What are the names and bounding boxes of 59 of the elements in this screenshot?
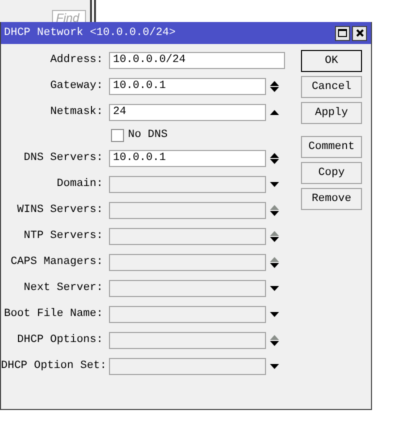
- maximize-button[interactable]: [335, 26, 350, 40]
- input-field[interactable]: [109, 254, 266, 270]
- spin-buttons[interactable]: [270, 256, 279, 268]
- down-arrow-icon: [270, 340, 279, 346]
- dialog-button[interactable]: Copy: [301, 162, 362, 184]
- up-arrow-icon: [270, 152, 279, 158]
- field-label: Address:: [49, 52, 104, 68]
- input-field[interactable]: 10.0.0.1: [109, 78, 266, 94]
- down-arrow-icon: [270, 158, 279, 164]
- up-arrow-icon: [270, 110, 279, 114]
- spin-buttons[interactable]: [270, 334, 279, 346]
- spin-buttons[interactable]: [270, 80, 279, 92]
- input-field[interactable]: [109, 202, 266, 218]
- up-arrow-icon: [270, 230, 279, 236]
- spin-buttons[interactable]: [270, 152, 279, 164]
- up-arrow-icon: [270, 80, 279, 86]
- input-field[interactable]: [109, 280, 266, 296]
- dialog-button[interactable]: Comment: [301, 136, 362, 158]
- close-button[interactable]: [352, 26, 367, 40]
- input-field[interactable]: 10.0.0.0/24: [109, 52, 285, 68]
- input-field[interactable]: [109, 358, 266, 374]
- input-field[interactable]: 10.0.0.1: [109, 150, 266, 166]
- field-label: CAPS Managers:: [10, 254, 104, 270]
- field-label: Netmask:: [49, 104, 104, 120]
- close-icon: [356, 29, 364, 37]
- field-label: Boot File Name:: [2, 306, 104, 322]
- up-arrow-icon: [270, 334, 279, 340]
- window-title: DHCP Network <10.0.0.0/24>: [4, 26, 176, 41]
- field-label: NTP Servers:: [22, 228, 104, 244]
- spin-buttons[interactable]: [270, 204, 279, 216]
- down-arrow-icon: [270, 86, 279, 92]
- input-field[interactable]: [109, 332, 266, 348]
- dropdown-arrow-icon: [270, 312, 279, 316]
- dropdown-arrow-icon: [270, 364, 279, 368]
- checkbox[interactable]: [111, 128, 124, 142]
- input-field[interactable]: [109, 306, 266, 322]
- dropdown-arrow-icon: [270, 182, 279, 186]
- down-arrow-icon: [270, 236, 279, 242]
- dialog-button[interactable]: OK: [301, 50, 362, 72]
- down-arrow-icon: [270, 210, 279, 216]
- field-label: DNS Servers:: [22, 150, 104, 166]
- field-label: WINS Servers:: [16, 202, 104, 218]
- field-label: DHCP Options:: [16, 332, 104, 348]
- field-label: Next Server:: [22, 280, 104, 296]
- input-field[interactable]: [109, 176, 266, 192]
- dialog-button[interactable]: Apply: [301, 102, 362, 124]
- field-label: Gateway:: [49, 78, 104, 94]
- checkbox-label: No DNS: [128, 128, 168, 143]
- input-field[interactable]: [109, 228, 266, 244]
- dialog-button[interactable]: Remove: [301, 188, 362, 210]
- dropdown-arrow-icon: [270, 286, 279, 290]
- input-field[interactable]: 24: [109, 104, 266, 120]
- spin-buttons[interactable]: [270, 230, 279, 242]
- dialog-button[interactable]: Cancel: [301, 76, 362, 98]
- up-arrow-icon: [270, 204, 279, 210]
- field-label: Domain:: [56, 176, 104, 192]
- down-arrow-icon: [270, 262, 279, 268]
- field-label: DHCP Option Set:: [1, 358, 105, 374]
- up-arrow-icon: [270, 256, 279, 262]
